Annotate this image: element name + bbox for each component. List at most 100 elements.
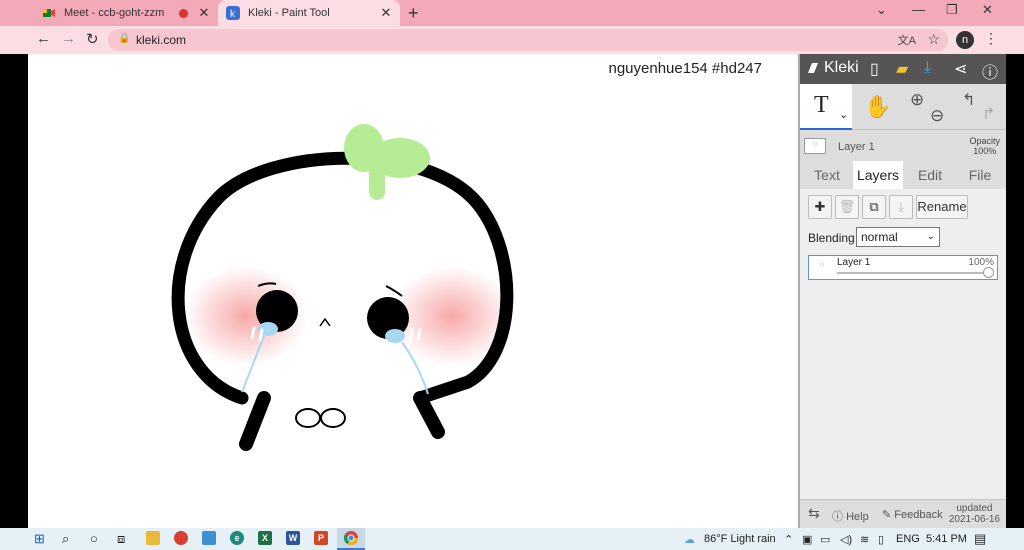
- left-arm: [239, 391, 271, 451]
- kleki-logo[interactable]: Kleki: [806, 59, 859, 77]
- task-view-icon[interactable]: ⧈: [117, 531, 125, 547]
- panel-top-bar: Kleki ▯ ▰ ⤓ ⋖ ⓘ: [800, 54, 1006, 84]
- zoom-in-icon[interactable]: ⊕: [910, 90, 924, 110]
- opacity-value: 100%: [973, 146, 997, 156]
- opacity-readout: Opacity 100%: [969, 136, 1000, 156]
- url-input[interactable]: 🔒 kleki.com 文A ☆: [108, 29, 948, 51]
- translate-icon[interactable]: 文A: [898, 32, 916, 48]
- chrome-icon: [344, 531, 358, 545]
- mouth: [295, 408, 346, 428]
- browser-menu-icon[interactable]: ⋮: [984, 30, 998, 47]
- new-tab-button[interactable]: +: [408, 3, 419, 24]
- drawing-canvas[interactable]: nguyenhue154 #hd247: [28, 54, 798, 528]
- delete-layer-button[interactable]: 🗑: [835, 195, 859, 219]
- lock-icon[interactable]: 🔒: [118, 33, 130, 44]
- merge-layer-button[interactable]: ⤓: [889, 195, 913, 219]
- restore-icon[interactable]: ❐: [946, 2, 958, 18]
- layer-list-item[interactable]: ◌ Layer 1 100%: [808, 255, 998, 280]
- text-tool-button[interactable]: T ⌄: [800, 84, 852, 130]
- url-text: kleki.com: [136, 33, 187, 47]
- feedback-link[interactable]: ✎ Feedback: [882, 508, 943, 521]
- redo-icon[interactable]: ↱: [982, 104, 995, 124]
- zoom-out-icon[interactable]: ⊖: [930, 106, 944, 126]
- desktop-app-icon[interactable]: [202, 531, 216, 545]
- layers-content: ✚ 🗑 ⧉ ⤓ Rename Blending normal ⌄ ◌ Layer…: [800, 189, 1006, 499]
- help-link[interactable]: ⓘ Help: [832, 508, 869, 524]
- recording-icon: [179, 8, 188, 18]
- network-icon[interactable]: ≋: [860, 533, 869, 546]
- hand-tool-icon[interactable]: ✋: [864, 94, 891, 120]
- chevron-down-icon[interactable]: ⌄: [839, 108, 848, 121]
- download-icon[interactable]: ⤓: [924, 59, 931, 77]
- layer-thumbnail: ◌: [819, 260, 825, 269]
- right-tear: [385, 329, 405, 343]
- tab-kleki[interactable]: k Kleki - Paint Tool ✕: [218, 0, 400, 26]
- windows-taskbar: ⊞ ⌕ ○ ⧈ e X W P ☁ 86°F Light rain ⌃ ▣ ▭ …: [0, 528, 1024, 550]
- share-icon[interactable]: ⋖: [954, 59, 967, 79]
- word-icon[interactable]: W: [286, 531, 300, 545]
- weather-text[interactable]: 86°F Light rain: [704, 533, 776, 545]
- layer-opacity-handle[interactable]: [983, 267, 994, 278]
- tray-chevron-icon[interactable]: ⌃: [784, 533, 793, 546]
- profile-avatar[interactable]: n: [956, 31, 974, 49]
- back-icon[interactable]: ←: [36, 30, 51, 47]
- close-tab-icon[interactable]: ✕: [196, 5, 212, 21]
- bookmark-star-icon[interactable]: ☆: [927, 31, 940, 48]
- google-meet-icon: [43, 9, 55, 17]
- file-explorer-icon[interactable]: [146, 531, 160, 545]
- close-window-icon[interactable]: ✕: [982, 2, 993, 18]
- minimize-icon[interactable]: —: [912, 2, 925, 17]
- new-image-icon[interactable]: ▯: [870, 59, 879, 79]
- updated-label: updated: [956, 503, 993, 514]
- weather-icon[interactable]: ☁: [684, 533, 695, 546]
- kleki-logo-icon: [808, 63, 818, 73]
- sprout: [344, 124, 430, 200]
- tab-file[interactable]: File: [957, 161, 1003, 189]
- edge-icon[interactable]: e: [230, 531, 244, 545]
- app-icon[interactable]: [174, 531, 188, 545]
- tab-title: Kleki - Paint Tool: [248, 7, 330, 19]
- language-indicator[interactable]: ENG: [896, 533, 920, 545]
- tab-search-icon[interactable]: ⌄: [876, 2, 887, 18]
- page-margin-right: [1006, 54, 1024, 528]
- add-layer-button[interactable]: ✚: [808, 195, 832, 219]
- undo-icon[interactable]: ↰: [962, 90, 975, 110]
- help-icon[interactable]: ⓘ: [982, 59, 998, 83]
- chrome-taskbar-active[interactable]: [337, 528, 365, 550]
- tab-title: Meet - ccb-goht-zzm: [64, 7, 165, 19]
- excel-icon[interactable]: X: [258, 531, 272, 545]
- nose: [319, 317, 331, 327]
- rename-layer-button[interactable]: Rename: [916, 195, 968, 219]
- layer-name: Layer 1: [837, 257, 871, 268]
- feedback-label: Feedback: [894, 509, 943, 521]
- panel-footer: ⇆ ⓘ Help ✎ Feedback updated 2021-06-16: [800, 499, 1006, 528]
- battery-icon[interactable]: ▭: [820, 533, 830, 546]
- windows-start-icon[interactable]: ⊞: [34, 531, 45, 547]
- forward-icon[interactable]: →: [61, 30, 76, 47]
- volume-icon[interactable]: ◁): [840, 533, 852, 546]
- search-icon[interactable]: ⌕: [62, 531, 69, 547]
- swap-side-icon[interactable]: ⇆: [808, 505, 820, 522]
- reload-icon[interactable]: ↻: [86, 30, 99, 48]
- tab-layers[interactable]: Layers: [853, 161, 903, 189]
- duplicate-layer-button[interactable]: ⧉: [862, 195, 886, 219]
- updated-info: updated 2021-06-16: [949, 503, 1000, 525]
- tray-app-icon[interactable]: ▣: [802, 533, 812, 546]
- logo-text: Kleki: [824, 59, 859, 76]
- blending-select[interactable]: normal ⌄: [856, 227, 940, 247]
- layer-thumbnail: ◌: [804, 138, 826, 154]
- tab-text[interactable]: Text: [804, 161, 850, 189]
- tab-meet[interactable]: Meet - ccb-goht-zzm ✕: [34, 0, 218, 26]
- current-layer-info: ◌ Layer 1 Opacity 100%: [800, 134, 1006, 160]
- open-folder-icon[interactable]: ▰: [896, 59, 908, 79]
- layer-opacity-slider[interactable]: [837, 272, 989, 274]
- tray-extra-icon[interactable]: ▯: [878, 533, 884, 546]
- tool-row: T ⌄ ✋ ⊕ ⊖ ↰ ↱: [800, 84, 1006, 130]
- powerpoint-icon[interactable]: P: [314, 531, 328, 545]
- notifications-icon[interactable]: ▤: [974, 531, 986, 547]
- close-tab-icon[interactable]: ✕: [378, 5, 394, 21]
- address-bar-row: ← → ↻ 🔒 kleki.com 文A ☆ n ⋮: [0, 26, 1024, 54]
- cortana-icon[interactable]: ○: [90, 531, 98, 546]
- clock[interactable]: 5:41 PM: [926, 533, 967, 545]
- tab-edit[interactable]: Edit: [907, 161, 953, 189]
